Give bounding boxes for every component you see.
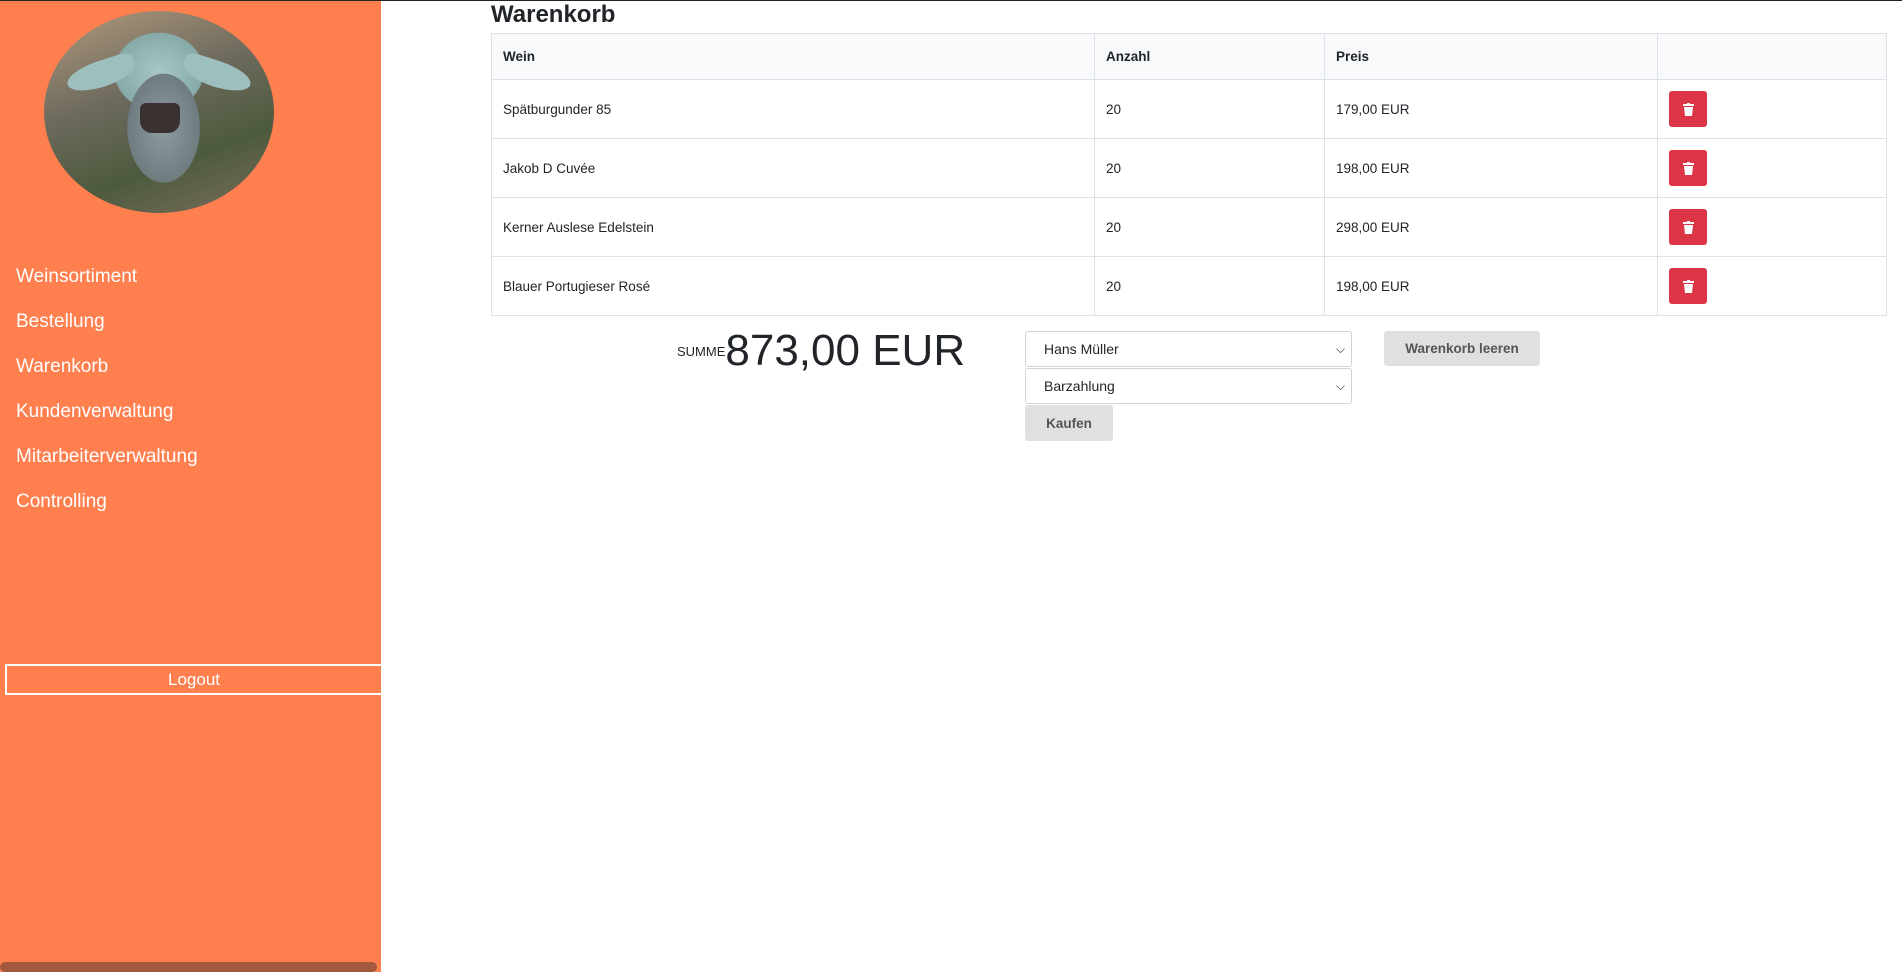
nav-mitarbeiterverwaltung[interactable]: Mitarbeiterverwaltung	[0, 439, 381, 484]
column-header-preis: Preis	[1324, 33, 1658, 80]
trash-icon	[1682, 102, 1694, 116]
table-header-row: Wein Anzahl Preis	[491, 33, 1887, 80]
cell-actions	[1657, 197, 1887, 257]
table-row: Spätburgunder 85 20 179,00 EUR	[491, 79, 1887, 139]
cart-total: SUMME873,00 EUR	[677, 326, 965, 376]
chevron-down-icon: ⌵	[1335, 342, 1345, 356]
cell-wine: Kerner Auslese Edelstein	[491, 197, 1095, 257]
total-label: SUMME	[677, 344, 726, 359]
nav-weinsortiment[interactable]: Weinsortiment	[0, 259, 381, 304]
trash-icon	[1682, 220, 1694, 234]
cell-wine: Blauer Portugieser Rosé	[491, 256, 1095, 316]
cell-price: 179,00 EUR	[1324, 79, 1658, 139]
cell-wine: Spätburgunder 85	[491, 79, 1095, 139]
sidebar-nav: Weinsortiment Bestellung Warenkorb Kunde…	[0, 259, 381, 529]
cell-actions	[1657, 79, 1887, 139]
cell-qty: 20	[1094, 256, 1325, 316]
avatar	[44, 11, 274, 213]
chevron-down-icon: ⌵	[1335, 379, 1345, 393]
nav-controlling[interactable]: Controlling	[0, 484, 381, 529]
nav-bestellung[interactable]: Bestellung	[0, 304, 381, 349]
total-value: 873,00 EUR	[725, 326, 966, 375]
table-row: Kerner Auslese Edelstein 20 298,00 EUR	[491, 197, 1887, 257]
cell-price: 198,00 EUR	[1324, 256, 1658, 316]
cart-table: Wein Anzahl Preis Spätburgunder 85 20 17…	[491, 33, 1887, 316]
cell-qty: 20	[1094, 138, 1325, 198]
buy-button[interactable]: Kaufen	[1025, 405, 1113, 441]
payment-select-value: Barzahlung	[1044, 378, 1115, 394]
delete-button[interactable]	[1669, 150, 1707, 186]
cell-qty: 20	[1094, 197, 1325, 257]
cell-actions	[1657, 256, 1887, 316]
cell-wine: Jakob D Cuvée	[491, 138, 1095, 198]
customer-select[interactable]: Hans Müller ⌵	[1025, 331, 1352, 367]
cell-qty: 20	[1094, 79, 1325, 139]
logout-button[interactable]: Logout	[5, 664, 381, 695]
trash-icon	[1682, 161, 1694, 175]
page-title: Warenkorb	[491, 1, 616, 28]
table-row: Blauer Portugieser Rosé 20 198,00 EUR	[491, 256, 1887, 316]
payment-select[interactable]: Barzahlung ⌵	[1025, 368, 1352, 404]
delete-button[interactable]	[1669, 91, 1707, 127]
column-header-anzahl: Anzahl	[1094, 33, 1325, 80]
cell-price: 198,00 EUR	[1324, 138, 1658, 198]
main-content: Warenkorb Wein Anzahl Preis Spätburgunde…	[491, 1, 1887, 316]
trash-icon	[1682, 279, 1694, 293]
delete-button[interactable]	[1669, 209, 1707, 245]
customer-select-value: Hans Müller	[1044, 341, 1119, 357]
clear-cart-button[interactable]: Warenkorb leeren	[1384, 331, 1540, 366]
sidebar: Weinsortiment Bestellung Warenkorb Kunde…	[0, 1, 381, 972]
nav-kundenverwaltung[interactable]: Kundenverwaltung	[0, 394, 381, 439]
delete-button[interactable]	[1669, 268, 1707, 304]
cell-actions	[1657, 138, 1887, 198]
nav-warenkorb[interactable]: Warenkorb	[0, 349, 381, 394]
column-header-wein: Wein	[491, 33, 1095, 80]
column-header-actions	[1657, 33, 1887, 80]
cell-price: 298,00 EUR	[1324, 197, 1658, 257]
table-row: Jakob D Cuvée 20 198,00 EUR	[491, 138, 1887, 198]
